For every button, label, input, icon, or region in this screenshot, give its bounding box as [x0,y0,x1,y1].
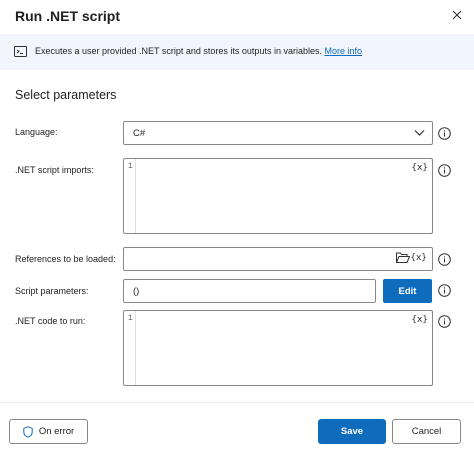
section-title: Select parameters [15,88,117,102]
imports-info-icon[interactable] [438,164,451,177]
line-number: 1 [128,162,133,171]
code-label: .NET code to run: [15,316,86,326]
folder-open-icon[interactable] [396,252,410,264]
code-variable-button[interactable]: {x} [411,315,428,325]
script-parameters-label: Script parameters: [15,286,89,296]
line-number: 1 [128,314,133,323]
code-info-icon[interactable] [438,315,451,328]
cancel-button[interactable]: Cancel [392,419,461,444]
on-error-label: On error [38,426,75,437]
info-bar: Executes a user provided .NET script and… [0,34,474,70]
code-gutter: 1 [124,311,136,385]
references-info-icon[interactable] [438,253,451,266]
script-parameters-input[interactable]: () [123,279,376,303]
footer-divider [0,402,474,403]
language-info-icon[interactable] [438,127,451,140]
on-error-button[interactable]: On error [9,419,88,444]
run-net-script-dialog: Run .NET script Executes a user provided… [0,0,474,451]
references-input[interactable]: {x} [123,247,433,271]
close-button[interactable] [446,4,468,26]
info-description: Executes a user provided .NET script and… [35,46,322,56]
script-parameters-info-icon[interactable] [438,284,451,297]
edit-button[interactable]: Edit [383,279,432,303]
close-icon [452,10,462,20]
code-editor[interactable]: 1 {x} [123,310,433,386]
info-text-container: Executes a user provided .NET script and… [35,46,362,56]
script-parameters-value: () [133,286,140,297]
language-value: C# [133,128,146,139]
dialog-title: Run .NET script [15,8,121,24]
imports-editor[interactable]: 1 {x} [123,158,433,234]
references-variable-button[interactable]: {x} [410,253,427,263]
references-label: References to be loaded: [15,254,116,264]
language-dropdown[interactable]: C# [123,121,433,145]
console-icon [14,46,27,57]
shield-icon [23,425,33,438]
imports-label: .NET script imports: [15,165,94,175]
imports-variable-button[interactable]: {x} [411,163,428,173]
imports-gutter: 1 [124,159,136,233]
more-info-link[interactable]: More info [325,46,363,56]
save-button[interactable]: Save [318,419,386,444]
chevron-down-icon [414,130,425,136]
language-label: Language: [15,127,58,137]
